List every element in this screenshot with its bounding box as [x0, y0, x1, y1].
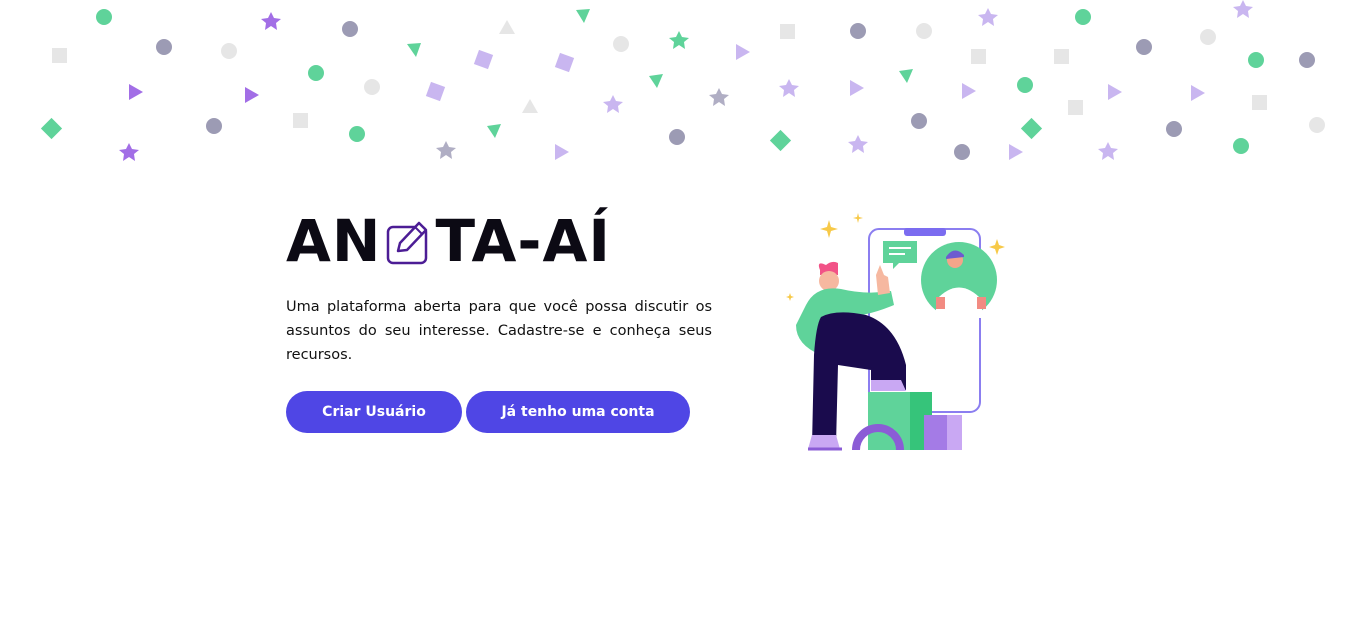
confetti-decoration: [40, 0, 1325, 161]
hero-description: Uma plataforma aberta para que você poss…: [286, 299, 712, 363]
hero-actions: Criar Usuário Já tenho uma conta: [286, 391, 712, 433]
login-button[interactable]: Já tenho uma conta: [466, 391, 690, 433]
brand-name-part2: TA-AÍ: [435, 207, 611, 275]
brand-logo: AN TA-AÍ: [286, 205, 712, 277]
hero-section: AN TA-AÍ Uma plataforma aberta para que …: [286, 205, 712, 433]
person-with-phone-illustration: [786, 213, 1005, 451]
brand-name-part1: AN: [286, 207, 382, 275]
pen-square-icon: [383, 213, 433, 269]
create-user-button[interactable]: Criar Usuário: [286, 391, 462, 433]
